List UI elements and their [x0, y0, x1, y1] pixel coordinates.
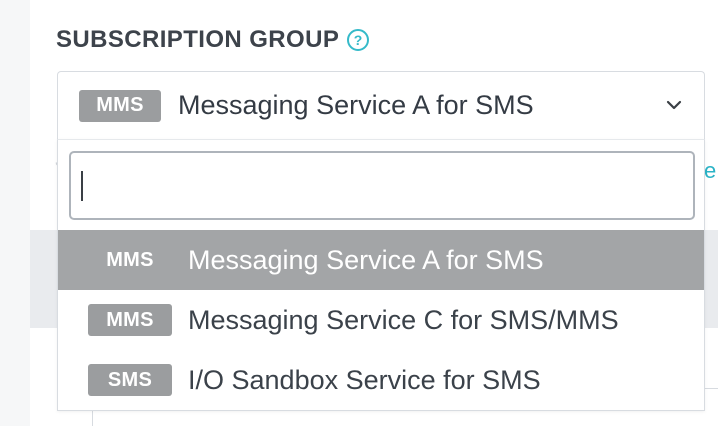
option-type-badge: MMS — [106, 248, 154, 271]
selected-value: Messaging Service A for SMS — [178, 90, 534, 120]
option-label: Messaging Service A for SMS — [188, 244, 544, 275]
option-type-badge: SMS — [88, 364, 172, 396]
option-type-badge: MMS — [88, 304, 172, 336]
option-label: I/O Sandbox Service for SMS — [188, 364, 541, 395]
field-label-text: SUBSCRIPTION GROUP — [56, 26, 340, 53]
dropdown-search-box[interactable] — [69, 151, 695, 220]
help-icon[interactable]: ? — [347, 29, 370, 51]
dropdown-search-input[interactable] — [71, 153, 693, 218]
option-label: Messaging Service C for SMS/MMS — [188, 304, 619, 335]
option-item[interactable]: MMS Messaging Service A for SMS — [58, 230, 704, 290]
option-item[interactable]: SMS I/O Sandbox Service for SMS — [58, 350, 704, 410]
subscription-group-select[interactable]: MMS Messaging Service A for SMS — [57, 71, 705, 139]
dropdown-menu: MMS Messaging Service A for SMS MMS Mess… — [57, 139, 705, 411]
option-item[interactable]: MMS Messaging Service C for SMS/MMS — [58, 290, 704, 350]
text-cursor — [81, 171, 83, 201]
background-divider — [705, 388, 718, 389]
left-sidebar-strip — [0, 0, 31, 426]
background-link-fragment[interactable]: e — [704, 158, 716, 184]
subscription-group-label: SUBSCRIPTION GROUP ? — [56, 26, 370, 54]
chevron-down-icon[interactable] — [664, 95, 684, 115]
selected-type-badge: MMS — [79, 89, 161, 122]
